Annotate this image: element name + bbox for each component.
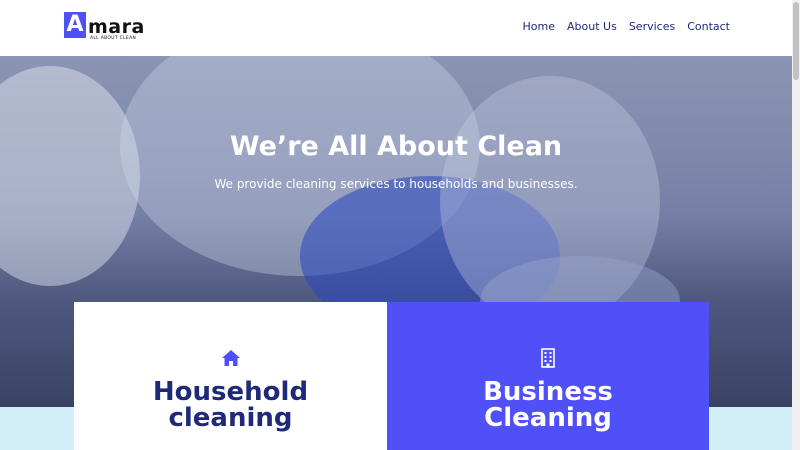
hero-title: We’re All About Clean [229, 131, 563, 162]
nav-services[interactable]: Services [629, 20, 675, 33]
hero-background-image [0, 66, 140, 286]
scrollbar-thumb[interactable] [793, 2, 799, 80]
main-nav: Home About Us Services Contact [523, 20, 730, 33]
nav-home[interactable]: Home [523, 20, 555, 33]
hero-subtitle: We provide cleaning services to househol… [214, 177, 578, 191]
business-cleaning-card[interactable]: Business Cleaning [387, 302, 709, 450]
household-title-line1: Household [152, 377, 309, 407]
logo-mark: A [64, 12, 86, 38]
household-title-line2: cleaning [168, 403, 293, 433]
house-icon [221, 350, 240, 366]
business-title-line2: Cleaning [484, 403, 612, 433]
nav-about-us[interactable]: About Us [567, 20, 617, 33]
page-scrollbar[interactable] [792, 0, 800, 450]
site-header: A mara ALL ABOUT CLEAN Home About Us Ser… [0, 0, 792, 56]
household-cleaning-card[interactable]: Household cleaning [74, 302, 387, 450]
building-icon [541, 348, 555, 368]
business-title-line1: Business [483, 377, 613, 407]
nav-contact[interactable]: Contact [687, 20, 730, 33]
logo-wordmark: mara [88, 16, 145, 38]
logo[interactable]: A mara ALL ABOUT CLEAN [64, 12, 145, 41]
